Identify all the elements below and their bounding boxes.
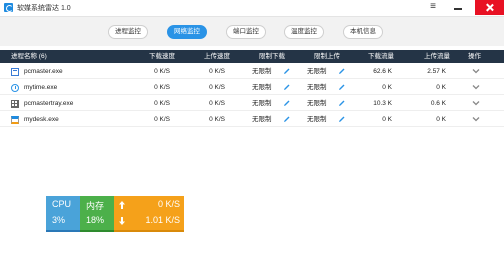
limit-download-value: 无限制 [252,116,272,123]
limit-upload-value: 无限制 [307,100,327,107]
edit-limit-upload-icon[interactable] [338,115,346,123]
grid-icon [11,100,19,108]
table-row[interactable]: mytime.exe 0 K/S 0 K/S 无限制 无限制 0 K 0 K [0,80,504,95]
table-row[interactable]: mydesk.exe 0 K/S 0 K/S 无限制 无限制 0 K 0 K [0,112,504,127]
download-traffic: 0 K [382,116,392,123]
edit-limit-download-icon[interactable] [283,99,291,107]
limit-upload-value: 无限制 [307,68,327,75]
download-traffic: 0 K [382,84,392,91]
column-header-upload-speed[interactable]: 上传速度 [204,50,230,63]
tab-process-monitor[interactable]: 进程监控 [108,25,148,39]
desktop-icon [11,116,19,124]
arrow-up-icon [118,200,126,210]
edit-limit-download-icon[interactable] [283,83,291,91]
limit-download-value: 无限制 [252,84,272,91]
memory-label: 内存 [86,201,105,211]
download-traffic: 10.3 K [373,100,392,107]
limit-download-value: 无限制 [252,68,272,75]
tab-port-monitor[interactable]: 端口监控 [226,25,266,39]
process-name: mytime.exe [24,84,58,91]
memory-bar [80,230,114,232]
memory-tile: 内存 18% [80,196,114,232]
app-logo-icon [4,3,13,12]
process-name: pcmastertray.exe [24,100,74,107]
upload-speed: 0 K/S [209,84,225,91]
cpu-value: 3% [52,215,66,225]
network-tile: 0 K/S 1.01 K/S [114,196,184,232]
edit-limit-download-icon[interactable] [283,115,291,123]
edit-limit-upload-icon[interactable] [338,83,346,91]
limit-download-value: 无限制 [252,100,272,107]
tab-temperature-monitor[interactable]: 温度监控 [284,25,324,39]
upload-traffic: 2.57 K [427,68,446,75]
upload-speed: 0 K/S [209,68,225,75]
upload-traffic: 0 K [436,84,446,91]
edit-limit-upload-icon[interactable] [338,67,346,75]
table-header: 进程名称 (6) 下载速度 上传速度 限制下载 限制上传 下载流量 上传流量 操… [0,50,504,63]
network-bar [114,230,184,232]
limit-upload-value: 无限制 [307,84,327,91]
minimize-button[interactable] [448,0,468,14]
chevron-down-icon[interactable] [472,83,480,91]
process-name: mydesk.exe [24,116,59,123]
upload-speed: 0 K/S [209,100,225,107]
column-header-download-traffic[interactable]: 下载流量 [368,50,394,63]
edit-limit-download-icon[interactable] [283,67,291,75]
column-header-download-speed[interactable]: 下载速度 [149,50,175,63]
floating-monitor-widget[interactable]: CPU 3% 内存 18% 0 K/S 1.01 K/S [46,196,184,232]
close-button[interactable] [475,0,504,15]
clock-icon [11,84,19,92]
download-speed: 0 K/S [154,100,170,107]
download-speed: 0 K/S [154,84,170,91]
download-traffic: 62.6 K [373,68,392,75]
column-header-name[interactable]: 进程名称 (6) [11,50,47,63]
chevron-down-icon[interactable] [472,99,480,107]
cpu-tile: CPU 3% [46,196,80,232]
column-header-limit-download[interactable]: 限制下载 [259,50,285,63]
memory-value: 18% [86,215,105,225]
edit-limit-upload-icon[interactable] [338,99,346,107]
column-header-action: 操作 [468,53,481,60]
upload-traffic: 0 K [436,116,446,123]
process-name: pcmaster.exe [24,68,63,75]
app-title: 软媒系统雷达 1.0 [17,5,71,12]
chevron-down-icon[interactable] [472,67,480,75]
upload-speed-value: 0 K/S [157,199,180,209]
window-icon [11,68,19,76]
download-speed: 0 K/S [154,116,170,123]
table-row[interactable]: pcmaster.exe 0 K/S 0 K/S 无限制 无限制 62.6 K … [0,64,504,79]
download-speed-value: 1.01 K/S [145,215,180,225]
limit-upload-value: 无限制 [307,116,327,123]
table-row[interactable]: pcmastertray.exe 0 K/S 0 K/S 无限制 无限制 10.… [0,96,504,111]
title-bar: 软媒系统雷达 1.0 ≡ [0,0,504,16]
chevron-down-icon[interactable] [472,115,480,123]
download-speed: 0 K/S [154,68,170,75]
arrow-down-icon [118,216,126,226]
menu-icon[interactable]: ≡ [423,0,443,14]
column-header-limit-upload[interactable]: 限制上传 [314,50,340,63]
tab-network-monitor[interactable]: 网络监控 [167,25,207,39]
upload-speed: 0 K/S [209,116,225,123]
cpu-bar [46,230,80,232]
tab-bar: 进程监控 网络监控 端口监控 温度监控 本机信息 [0,16,504,46]
upload-traffic: 0.6 K [430,100,446,107]
cpu-label: CPU [52,199,72,209]
tab-system-info[interactable]: 本机信息 [343,25,383,39]
column-header-upload-traffic[interactable]: 上传流量 [424,50,450,63]
